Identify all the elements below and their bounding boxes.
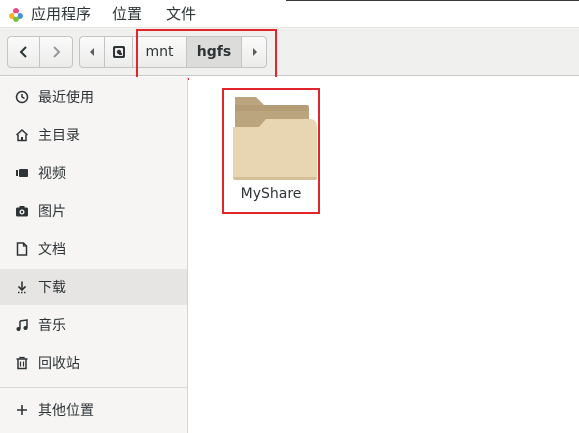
- sidebar-item-label: 回收站: [38, 356, 80, 372]
- path-segment-hgfs[interactable]: hgfs: [187, 37, 242, 67]
- sidebar-item-downloads[interactable]: 下载: [0, 269, 187, 305]
- music-icon: [14, 317, 30, 333]
- chevron-right-icon: [53, 46, 61, 58]
- places-menu[interactable]: 位置: [112, 4, 142, 24]
- file-menu[interactable]: 文件: [166, 4, 196, 24]
- sidebar-item-trash[interactable]: 回收站: [0, 345, 187, 381]
- arrow-right-icon: [252, 48, 257, 56]
- chevron-left-icon: [19, 46, 27, 58]
- sidebar-separator: [0, 387, 187, 388]
- path-segment-mnt[interactable]: mnt: [133, 37, 187, 67]
- sidebar-item-label: 主目录: [38, 128, 80, 144]
- sidebar: 最近使用 主目录 视频 图片 文档 下载 音乐 回收站 其他位置: [0, 77, 188, 433]
- sidebar-item-label: 下载: [38, 280, 66, 296]
- folder-icon: [233, 97, 317, 180]
- clock-icon: [14, 89, 30, 105]
- path-scroll-right-button[interactable]: [242, 37, 266, 67]
- path-root-button[interactable]: [105, 37, 133, 67]
- sidebar-item-recent[interactable]: 最近使用: [0, 79, 187, 115]
- path-scroll-left-button[interactable]: [80, 37, 105, 67]
- navigation-buttons: [7, 36, 73, 68]
- sidebar-item-label: 最近使用: [38, 90, 94, 106]
- back-button[interactable]: [8, 37, 40, 67]
- forward-button[interactable]: [40, 37, 72, 67]
- header-bar: mnt hgfs: [0, 28, 579, 76]
- applications-menu[interactable]: 应用程序: [31, 4, 91, 24]
- sidebar-item-home[interactable]: 主目录: [0, 117, 187, 153]
- path-bar: mnt hgfs: [79, 36, 267, 68]
- applications-icon[interactable]: [8, 7, 24, 23]
- download-icon: [14, 279, 30, 295]
- sidebar-item-videos[interactable]: 视频: [0, 155, 187, 191]
- sidebar-item-label: 视频: [38, 166, 66, 182]
- sidebar-item-label: 音乐: [38, 318, 66, 334]
- video-icon: [14, 165, 30, 181]
- sidebar-item-label: 文档: [38, 242, 66, 258]
- sidebar-item-pictures[interactable]: 图片: [0, 193, 187, 229]
- folder-name: MyShare: [240, 186, 302, 202]
- sidebar-item-label: 其他位置: [38, 403, 94, 419]
- sidebar-item-other-locations[interactable]: 其他位置: [0, 392, 187, 428]
- top-menubar: 应用程序 位置 文件: [0, 0, 579, 28]
- document-icon: [14, 241, 30, 257]
- folder-item-myshare[interactable]: MyShare: [225, 91, 317, 209]
- arrow-left-icon: [90, 48, 94, 56]
- menubar-edge: [286, 0, 579, 1]
- home-icon: [14, 127, 30, 143]
- sidebar-item-music[interactable]: 音乐: [0, 307, 187, 343]
- camera-icon: [14, 203, 30, 219]
- sidebar-item-documents[interactable]: 文档: [0, 231, 187, 267]
- sidebar-item-label: 图片: [38, 204, 66, 220]
- plus-icon: [14, 402, 30, 418]
- drive-icon: [112, 46, 125, 58]
- trash-icon: [14, 355, 30, 371]
